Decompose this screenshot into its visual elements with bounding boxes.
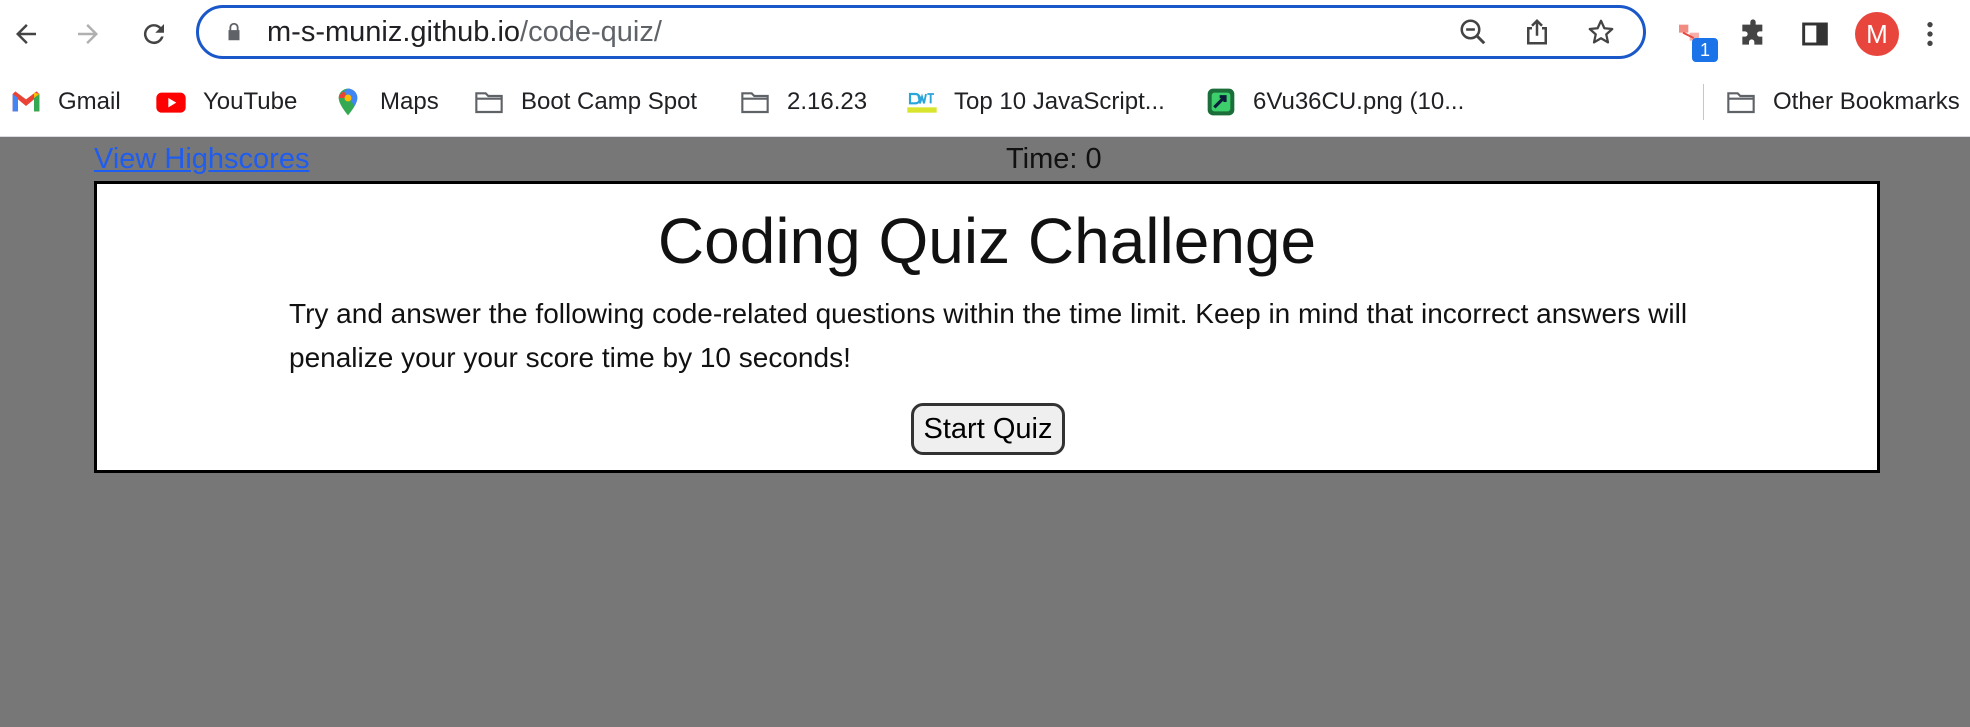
side-panel-button[interactable] — [1784, 10, 1846, 58]
view-highscores-link[interactable]: View Highscores — [94, 143, 309, 176]
bookmarks-divider — [1703, 84, 1704, 120]
dwt-icon — [906, 86, 938, 118]
avatar: M — [1855, 12, 1899, 56]
bookmark-label: Boot Camp Spot — [521, 88, 698, 115]
page-title: Coding Quiz Challenge — [657, 205, 1317, 277]
bookmark-top-10-javascript[interactable]: Top 10 JavaScript... — [906, 82, 1165, 122]
youtube-icon — [155, 86, 187, 118]
bookmark-youtube[interactable]: YouTube — [155, 82, 297, 122]
folder-icon — [473, 86, 505, 118]
quiz-description: Try and answer the following code-relate… — [289, 298, 1688, 373]
browser-menu-button[interactable] — [1908, 10, 1952, 58]
timer: Time: 0 — [1006, 143, 1102, 175]
bookmark-6vu36cu-png[interactable]: 6Vu36CU.png (10... — [1205, 82, 1464, 122]
forward-arrow-icon — [78, 24, 98, 44]
reload-button[interactable] — [134, 14, 174, 54]
address-bar-actions — [1441, 8, 1633, 56]
bookmark-label: Gmail — [58, 88, 121, 115]
back-arrow-icon — [16, 24, 36, 44]
forward-button[interactable] — [68, 14, 108, 54]
bookmark-boot-camp-spot[interactable]: Boot Camp Spot — [473, 82, 697, 122]
other-bookmarks[interactable]: Other Bookmarks — [1725, 82, 1960, 122]
browser-chrome: m-s-muniz.github.io/code-quiz/ 1 M Gmail… — [0, 0, 1970, 137]
image-icon — [1205, 86, 1237, 118]
browser-toolbar: m-s-muniz.github.io/code-quiz/ 1 M — [0, 0, 1970, 68]
back-button[interactable] — [6, 14, 46, 54]
folder-icon — [1725, 86, 1757, 118]
extension-button[interactable]: 1 — [1660, 10, 1722, 62]
bookmarks-bar: Gmail YouTube Maps Boot Camp Spot 2.16.2… — [0, 68, 1970, 136]
more-vert-icon — [1927, 22, 1933, 46]
share-icon — [1527, 18, 1547, 45]
url-text[interactable]: m-s-muniz.github.io/code-quiz/ — [267, 16, 662, 49]
maps-icon — [332, 86, 364, 118]
zoom-out-icon — [1460, 19, 1486, 45]
quiz-card: Coding Quiz Challenge Try and answer the… — [94, 181, 1880, 473]
star-icon — [1588, 19, 1614, 44]
profile-button[interactable]: M — [1846, 10, 1908, 58]
page-content: View Highscores Time: 0 Coding Quiz Chal… — [0, 137, 1970, 727]
bookmark-label: Other Bookmarks — [1773, 88, 1960, 115]
address-bar[interactable]: m-s-muniz.github.io/code-quiz/ — [196, 5, 1646, 59]
bookmark-gmail[interactable]: Gmail — [10, 82, 121, 122]
bookmark-label: 2.16.23 — [787, 88, 868, 115]
extensions-area: 1 M — [1660, 10, 1952, 62]
extensions-menu-button[interactable] — [1722, 10, 1784, 58]
zoom-button[interactable] — [1441, 8, 1505, 56]
puzzle-icon — [1742, 19, 1763, 45]
extension-badge: 1 — [1692, 38, 1718, 62]
bookmark-label: 6Vu36CU.png (10... — [1253, 88, 1465, 115]
url-host: m-s-muniz.github.io — [267, 15, 521, 48]
bookmark-maps[interactable]: Maps — [332, 82, 439, 122]
share-button[interactable] — [1505, 8, 1569, 56]
side-panel-icon — [1802, 22, 1828, 46]
bookmark-label: YouTube — [203, 88, 298, 115]
lock-icon[interactable] — [223, 21, 245, 43]
bookmark-label: Maps — [380, 88, 439, 115]
reload-icon — [143, 24, 164, 45]
url-path: /code-quiz/ — [520, 15, 662, 48]
bookmark-star-button[interactable] — [1569, 8, 1633, 56]
folder-icon — [739, 86, 771, 118]
start-quiz-button[interactable]: Start Quiz — [911, 403, 1065, 455]
gmail-icon — [10, 86, 42, 118]
bookmark-label: Top 10 JavaScript... — [954, 88, 1165, 115]
bookmark-2-16-23[interactable]: 2.16.23 — [739, 82, 867, 122]
